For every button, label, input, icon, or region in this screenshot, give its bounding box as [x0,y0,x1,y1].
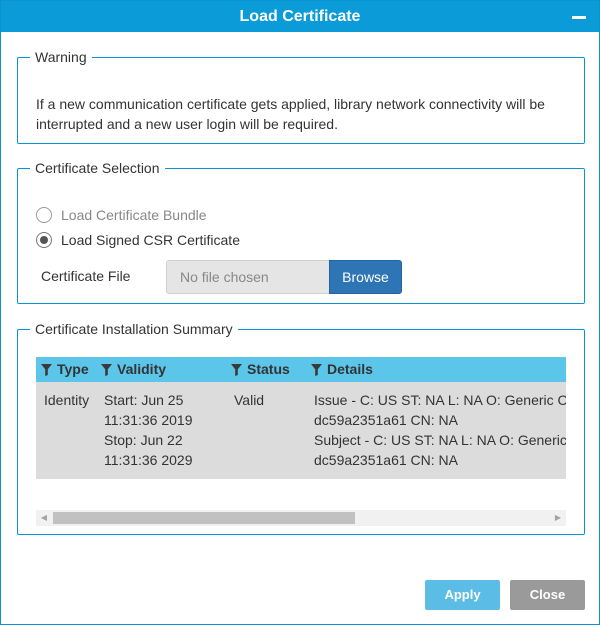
warning-group: Warning If a new communication certifica… [17,49,585,144]
table-row[interactable]: Identity Start: Jun 25 11:31:36 2019 Sto… [36,382,566,479]
scrollbar-thumb[interactable] [53,512,355,524]
minimize-icon[interactable] [572,10,586,24]
warning-text: If a new communication certificate gets … [36,94,566,134]
column-header-validity[interactable]: Validity [101,357,166,382]
installation-summary-group: Certificate Installation Summary Type Va… [17,321,585,535]
certificate-selection-legend: Certificate Selection [35,160,160,176]
load-signed-csr-label: Load Signed CSR Certificate [61,232,240,248]
load-certificate-bundle-label: Load Certificate Bundle [61,207,207,223]
column-header-type[interactable]: Type [41,357,89,382]
warning-line-1: If a new communication certificate gets … [36,96,545,112]
installation-summary-legend: Certificate Installation Summary [35,321,233,337]
filter-icon[interactable] [311,363,322,376]
close-button[interactable]: Close [510,580,585,610]
dialog-title: Load Certificate [239,8,361,25]
certificate-selection-group: Certificate Selection Load Certificate B… [17,160,585,304]
table-header: Type Validity Status Details [36,357,566,382]
details-line: dc59a2351a61 CN: NA [314,452,458,468]
column-header-status[interactable]: Status [231,357,290,382]
warning-line-2: interrupted and a new user login will be… [36,116,338,132]
warning-legend: Warning [35,49,87,65]
radio-button-unchecked[interactable] [36,207,52,223]
details-line: Issue - C: US ST: NA L: NA O: Generic Co… [314,392,566,408]
column-header-label: Details [327,361,373,377]
horizontal-scrollbar[interactable]: ◀ ▶ [36,510,566,526]
validity-line: 11:31:36 2029 [104,452,193,468]
apply-button[interactable]: Apply [425,580,500,610]
radio-button-checked[interactable] [36,232,52,248]
cell-details: Issue - C: US ST: NA L: NA O: Generic Co… [314,390,566,470]
summary-table: Type Validity Status Details Identity St… [36,357,566,479]
filter-icon[interactable] [41,363,52,376]
load-signed-csr-option[interactable]: Load Signed CSR Certificate [36,232,240,248]
load-certificate-dialog: Load Certificate Warning If a new commun… [0,0,600,625]
dialog-titlebar: Load Certificate [1,1,599,32]
validity-line: Stop: Jun 22 [104,432,183,448]
load-certificate-bundle-option[interactable]: Load Certificate Bundle [36,207,207,223]
column-header-label: Status [247,361,290,377]
cell-status: Valid [234,392,265,408]
cell-type: Identity [44,392,90,408]
details-line: dc59a2351a61 CN: NA [314,412,458,428]
details-line: Subject - C: US ST: NA L: NA O: Generic … [314,432,566,448]
certificate-file-label: Certificate File [41,268,131,284]
scroll-left-icon[interactable]: ◀ [36,510,52,526]
column-header-label: Validity [117,361,167,377]
filter-icon[interactable] [231,363,242,376]
scroll-right-icon[interactable]: ▶ [550,510,566,526]
validity-line: Start: Jun 25 [104,392,184,408]
column-header-label: Type [57,361,89,377]
browse-button[interactable]: Browse [329,260,402,294]
filter-icon[interactable] [101,363,112,376]
cell-validity: Start: Jun 25 11:31:36 2019 Stop: Jun 22… [104,390,193,470]
column-header-details[interactable]: Details [311,357,373,382]
validity-line: 11:31:36 2019 [104,412,193,428]
file-chosen-field[interactable]: No file chosen [166,260,329,294]
